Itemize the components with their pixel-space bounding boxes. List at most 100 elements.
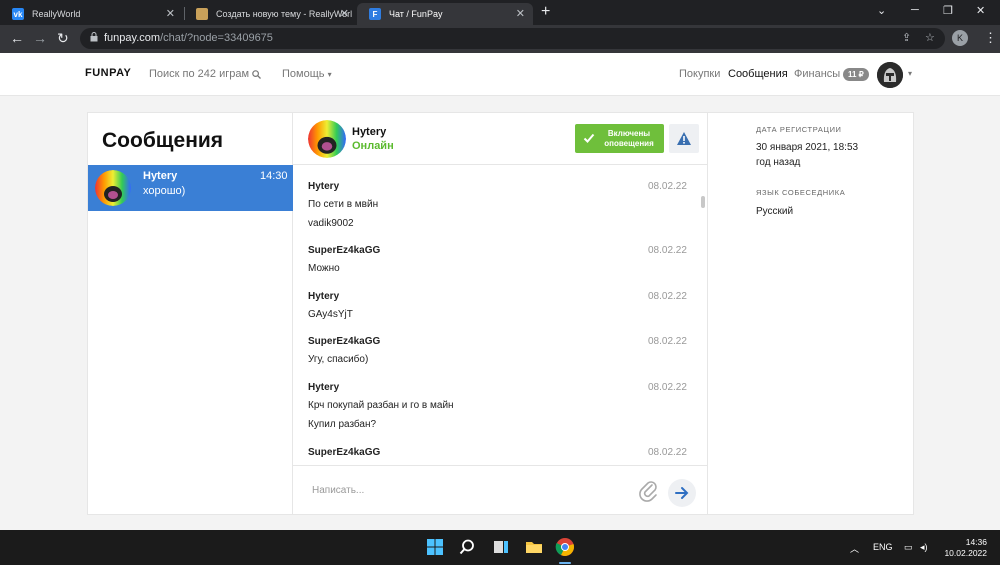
message-text: Угу, спасибо) [308,354,369,365]
message-composer[interactable]: Написать... [293,465,707,514]
registration-ago: год назад [756,157,801,168]
message-text: vadik9002 [308,218,354,229]
user-avatar[interactable] [877,62,903,88]
message-date: 08.02.22 [648,181,687,192]
browser-tab[interactable]: vk ReallyWorld ✕ [0,3,183,25]
search-icon[interactable] [252,70,261,79]
message-date: 08.02.22 [648,291,687,302]
reload-icon[interactable]: ↻ [57,30,69,47]
bookmark-star-icon[interactable]: ☆ [925,31,935,44]
funpay-logo[interactable]: FUNPAY [85,67,131,79]
browser-tab[interactable]: Создать новую тему - ReallyWorl ✕ [184,3,357,25]
volume-icon[interactable]: ◂) [920,542,928,553]
message-text: Можно [308,263,340,274]
close-window-icon[interactable]: ✕ [976,4,985,17]
forum-icon [196,8,208,20]
chevron-down-icon[interactable]: ▾ [908,69,912,78]
notifications-toggle-button[interactable]: Включены оповещения [575,124,664,153]
chat-panel: Hytery Онлайн Включены оповещения Hytery… [293,113,708,514]
partner-name[interactable]: Hytery [352,126,386,138]
active-app-indicator [559,562,571,564]
close-tab-icon[interactable]: ✕ [516,7,525,20]
message-author[interactable]: SuperEz4kaGG [308,336,380,347]
contact-name: Hytery [143,170,178,182]
contact-last-message: хорошо) [143,185,186,197]
tab-title: Чат / FunPay [389,9,443,19]
registration-label: ДАТА РЕГИСТРАЦИИ [756,125,842,134]
file-explorer-icon[interactable] [524,537,544,557]
chat-header: Hytery Онлайн Включены оповещения [293,113,707,165]
registration-date: 30 января 2021, 18:53 [756,142,859,153]
message-date: 08.02.22 [648,447,687,458]
message-date: 08.02.22 [648,382,687,393]
contact-item[interactable]: Hytery хорошо) 14:30 [88,165,293,211]
contacts-panel: Сообщения Hytery хорошо) 14:30 [88,113,293,514]
system-clock[interactable]: 14:36 10.02.2022 [942,537,987,559]
task-view-icon[interactable] [491,537,511,557]
browser-tab-strip: vk ReallyWorld ✕ Создать новую тему - Re… [0,0,1000,25]
message-author[interactable]: Hytery [308,181,339,192]
report-button[interactable] [669,124,699,153]
nav-messages[interactable]: Сообщения [728,68,788,80]
message-date: 08.02.22 [648,245,687,256]
search-icon[interactable] [457,537,477,557]
chevron-down-icon: ▾ [327,70,332,79]
forward-icon[interactable]: → [33,30,47,46]
chrome-icon[interactable] [555,537,575,557]
browser-menu-icon[interactable]: ⋮ [984,30,997,46]
message-date: 08.02.22 [648,336,687,347]
contact-time: 14:30 [260,170,288,182]
language-label: ЯЗЫК СОБЕСЕДНИКА [756,188,846,197]
partner-info-panel: ДАТА РЕГИСТРАЦИИ 30 января 2021, 18:53 г… [708,113,913,514]
scrollbar[interactable] [701,196,705,208]
tab-title: ReallyWorld [32,9,81,19]
language-indicator[interactable]: ENG [873,542,893,552]
minimize-icon[interactable]: ─ [911,4,919,16]
paperclip-icon[interactable] [638,480,660,502]
address-bar[interactable]: funpay.com/chat/?node=33409675 ⇪ ☆ [80,28,945,49]
site-header: FUNPAY Поиск по 242 играм Помощь ▾ Покуп… [0,53,1000,96]
send-button[interactable] [668,479,696,507]
message-text: По сети в мвйн [308,199,379,210]
message-input[interactable]: Написать... [312,485,364,496]
message-author[interactable]: Hytery [308,291,339,302]
chat-card: Сообщения Hytery хорошо) 14:30 Hytery Он… [87,112,914,515]
message-author[interactable]: SuperEz4kaGG [308,245,380,256]
windows-start-icon[interactable] [425,537,445,557]
warning-icon [677,132,691,145]
restore-icon[interactable]: ❐ [943,4,953,17]
chevron-up-icon[interactable]: ︿ [850,542,859,555]
partner-status: Онлайн [352,140,394,152]
browser-tab-active[interactable]: F Чат / FunPay ✕ [357,3,533,25]
checkmark-icon [583,133,595,143]
tab-search-icon[interactable]: ⌄ [877,4,886,17]
message-text: Крч покупай разбан и го в майн [308,400,454,411]
browser-toolbar: ← → ↻ funpay.com/chat/?node=33409675 ⇪ ☆… [0,25,1000,53]
message-text: Купил разбан? [308,419,377,430]
lock-icon [90,32,98,42]
page-title: Сообщения [102,129,224,152]
share-icon[interactable]: ⇪ [902,31,911,44]
tab-title: Создать новую тему - ReallyWorl [216,9,353,19]
message-text: GAy4sYjT [308,309,353,320]
message-author[interactable]: SuperEz4kaGG [308,447,380,458]
vk-icon: vk [12,8,24,20]
close-tab-icon[interactable]: ✕ [166,7,175,20]
new-tab-icon[interactable]: + [541,3,550,21]
nav-finances[interactable]: Финансы [794,68,840,80]
avatar[interactable] [308,120,346,158]
avatar [95,170,131,206]
profile-avatar[interactable]: K [952,30,968,46]
back-icon[interactable]: ← [10,30,24,46]
search-input[interactable]: Поиск по 242 играм [149,68,249,80]
message-list[interactable]: Hytery 08.02.22 По сети в мвйн vadik9002… [293,165,707,465]
message-author[interactable]: Hytery [308,382,339,393]
close-tab-icon[interactable]: ✕ [340,7,349,20]
balance-badge: 11 ₽ [843,68,869,81]
funpay-icon: F [369,8,381,20]
help-menu[interactable]: Помощь ▾ [282,68,332,80]
nav-purchases[interactable]: Покупки [679,68,720,80]
url-text: funpay.com/chat/?node=33409675 [104,32,273,44]
network-icon[interactable]: ▭ [904,542,913,553]
language-value: Русский [756,206,794,217]
